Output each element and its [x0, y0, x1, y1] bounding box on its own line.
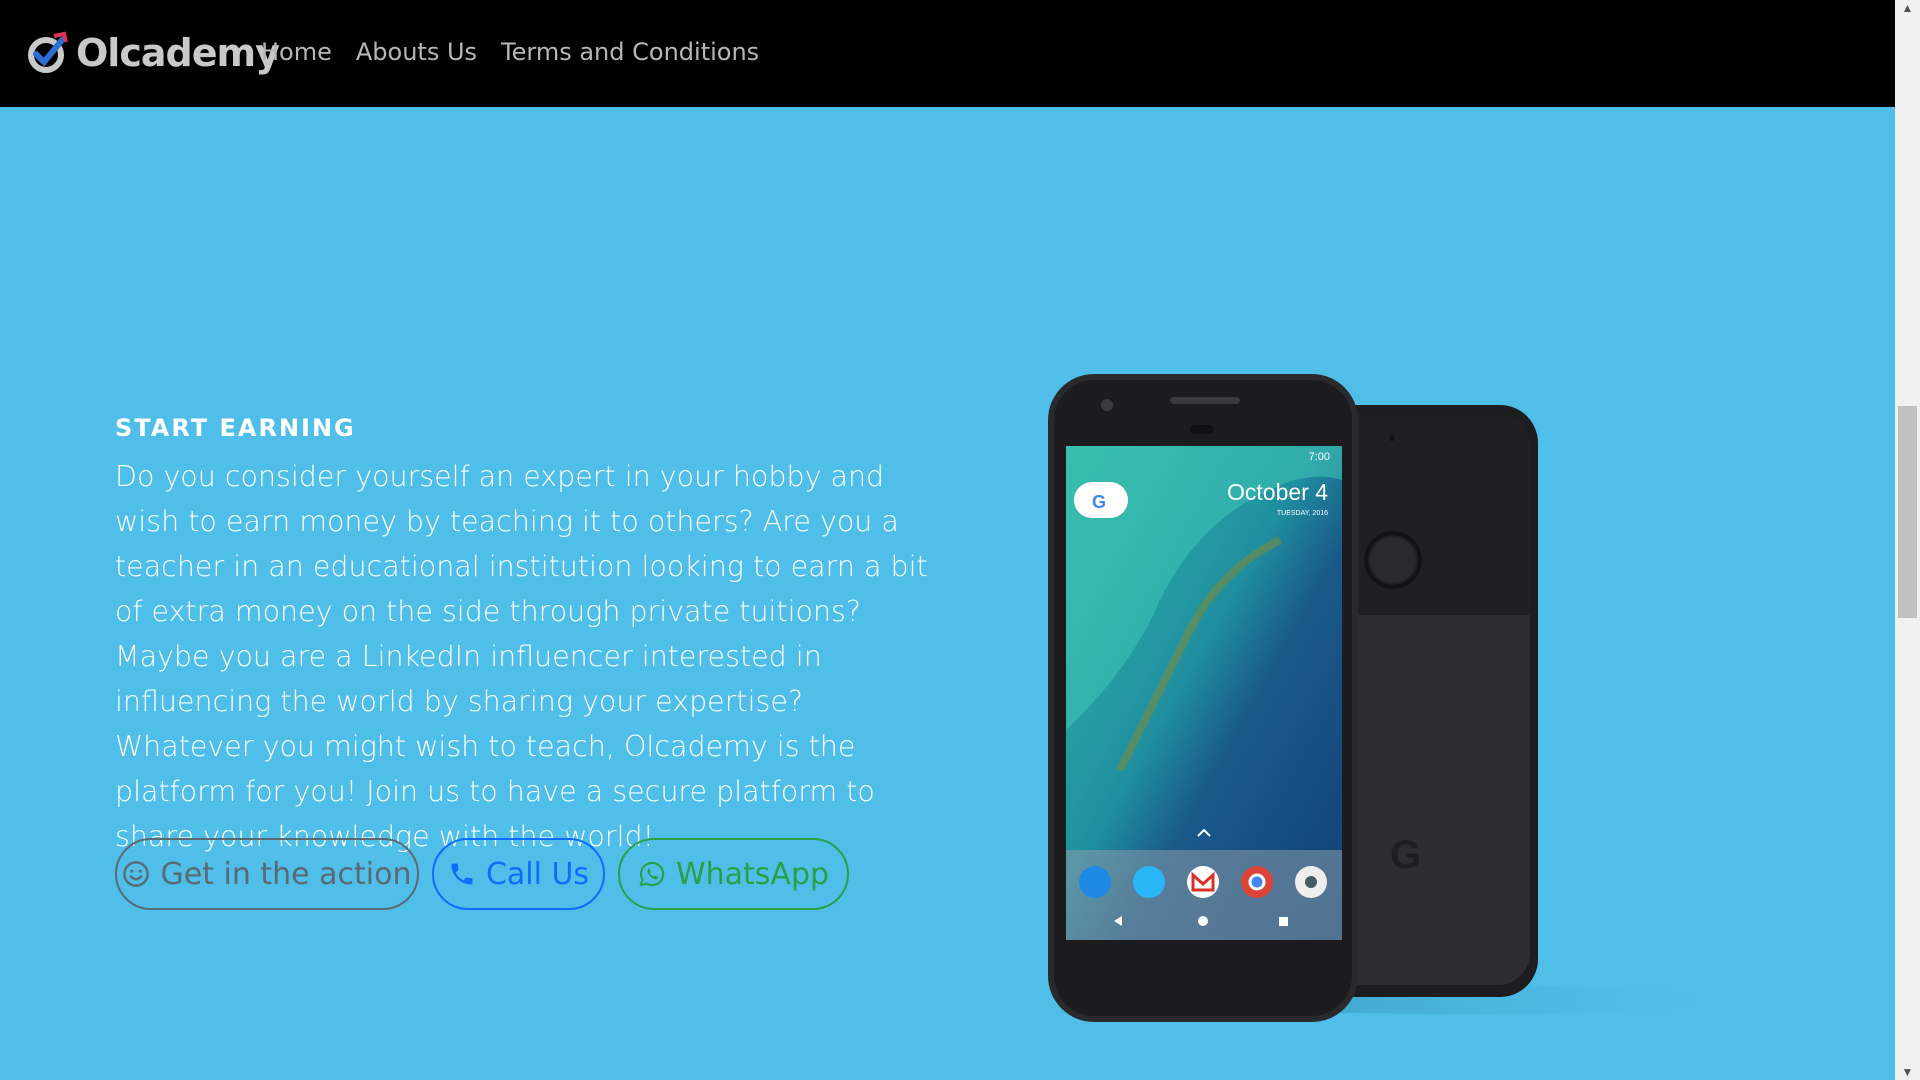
pixel-phones-image: G G 7:00 October 4 TUESDAY, 2016: [1048, 374, 1760, 1022]
dock-phone-icon: [1079, 866, 1111, 898]
whatsapp-button[interactable]: WhatsApp: [618, 838, 849, 910]
olcademy-logo-icon: [28, 31, 68, 73]
phone-status-time: 7:00: [1309, 451, 1330, 463]
pixel-front-phone: G 7:00 October 4 TUESDAY, 2016: [1048, 374, 1358, 1022]
phone-date: October 4: [1227, 479, 1328, 505]
brand-link[interactable]: Olcademy: [26, 28, 280, 78]
nav-terms[interactable]: Terms and Conditions: [501, 38, 759, 66]
smiley-icon: [123, 861, 150, 887]
whatsapp-label: WhatsApp: [675, 856, 830, 892]
call-us-label: Call Us: [485, 856, 590, 892]
nav-home[interactable]: Home: [261, 38, 332, 66]
phone-day: TUESDAY, 2016: [1277, 510, 1328, 517]
get-in-action-label: Get in the action: [160, 856, 412, 892]
brand-name: Olcademy: [76, 31, 280, 75]
section-eyebrow: START EARNING: [115, 414, 356, 442]
nav-home-icon: [1198, 916, 1208, 926]
get-in-action-button[interactable]: Get in the action: [115, 838, 419, 910]
nav-about-us[interactable]: Abouts Us: [356, 38, 477, 66]
call-us-button[interactable]: Call Us: [432, 838, 605, 910]
dock-messages-icon: [1133, 866, 1165, 898]
hero-description: Do you consider yourself an expert in yo…: [115, 460, 928, 853]
top-navbar: Olcademy Home Abouts Us Terms and Condit…: [0, 0, 1895, 107]
scroll-up-arrow-icon[interactable]: ▲: [1899, 0, 1916, 16]
scroll-down-arrow-icon[interactable]: ▼: [1899, 1064, 1916, 1080]
nav-recents-icon: [1279, 917, 1288, 926]
scrollbar-thumb[interactable]: [1898, 406, 1917, 618]
google-search-icon: G: [1092, 492, 1106, 512]
phone-icon: [451, 863, 473, 885]
google-g-back: G: [1390, 833, 1421, 877]
main-nav: Home Abouts Us Terms and Conditions: [261, 38, 759, 66]
whatsapp-icon: [639, 861, 665, 887]
